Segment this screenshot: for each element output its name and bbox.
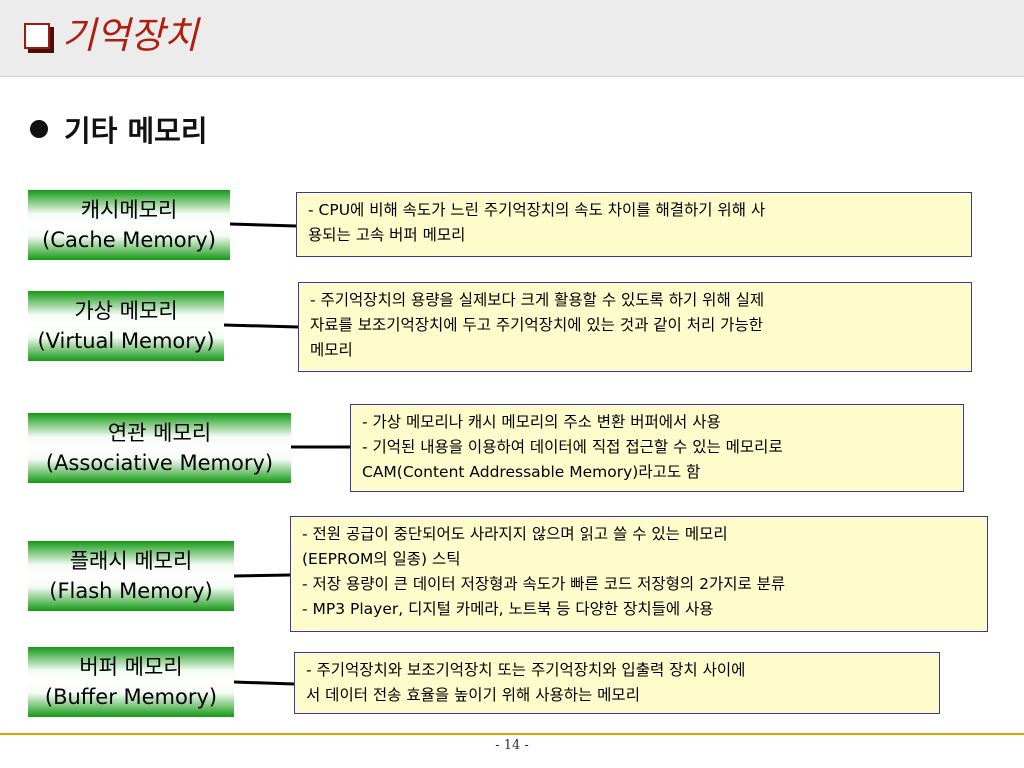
label-name: 연관 메모리: [107, 421, 212, 445]
label-virtual-memory: 가상 메모리 (Virtual Memory): [28, 291, 224, 361]
footer-divider: [0, 733, 1024, 735]
desc-line: - 전원 공급이 중단되어도 사라지지 않으며 읽고 쓸 수 있는 메모리: [302, 525, 728, 543]
desc-line: 용되는 고속 버퍼 메모리: [308, 226, 466, 244]
desc-associative-memory: - 가상 메모리나 캐시 메모리의 주소 변환 버퍼에서 사용 - 기억된 내용…: [350, 404, 964, 492]
label-flash-memory: 플래시 메모리 (Flash Memory): [28, 541, 234, 611]
desc-line: 자료를 보조기억장치에 두고 주기억장치에 있는 것과 같이 처리 가능한: [310, 316, 763, 334]
desc-flash-memory: - 전원 공급이 중단되어도 사라지지 않으며 읽고 쓸 수 있는 메모리 (E…: [290, 516, 988, 632]
page-number: - 14 -: [495, 738, 529, 753]
desc-line: (EEPROM의 일종) 스틱: [302, 550, 461, 568]
desc-line: - MP3 Player, 디지털 카메라, 노트북 등 다양한 장치들에 사용: [302, 600, 714, 618]
desc-line: 메모리: [310, 341, 353, 359]
connector-line-flash: [233, 573, 291, 578]
connector-line-virtual: [223, 323, 299, 329]
desc-line: - 가상 메모리나 캐시 메모리의 주소 변환 버퍼에서 사용: [362, 413, 721, 431]
connector-line-cache: [229, 222, 297, 228]
label-english: (Cache Memory): [42, 228, 216, 252]
desc-line: - CPU에 비해 속도가 느린 주기억장치의 속도 차이를 해결하기 위해 사: [308, 201, 766, 219]
label-english: (Flash Memory): [49, 579, 213, 603]
label-name: 플래시 메모리: [69, 549, 193, 573]
desc-line: CAM(Content Addressable Memory)라고도 함: [362, 463, 701, 481]
label-cache-memory: 캐시메모리 (Cache Memory): [28, 190, 230, 260]
label-english: (Associative Memory): [45, 451, 274, 475]
label-english: (Virtual Memory): [37, 329, 215, 353]
desc-line: - 주기억장치와 보조기억장치 또는 주기억장치와 입출력 장치 사이에: [306, 661, 746, 679]
desc-line: - 저장 용량이 큰 데이터 저장형과 속도가 빠른 코드 저장형의 2가지로 …: [302, 575, 786, 593]
desc-buffer-memory: - 주기억장치와 보조기억장치 또는 주기억장치와 입출력 장치 사이에 서 데…: [294, 652, 940, 714]
label-english: (Buffer Memory): [44, 685, 218, 709]
label-name: 버퍼 메모리: [79, 655, 183, 679]
desc-line: 서 데이터 전송 효율을 높이기 위해 사용하는 메모리: [306, 686, 640, 704]
desc-virtual-memory: - 주기억장치의 용량을 실제보다 크게 활용할 수 있도록 하기 위해 실제 …: [298, 282, 972, 372]
label-buffer-memory: 버퍼 메모리 (Buffer Memory): [28, 647, 234, 717]
desc-line: - 기억된 내용을 이용하여 데이터에 직접 접근할 수 있는 메모리로: [362, 438, 783, 456]
label-name: 가상 메모리: [74, 299, 178, 323]
label-associative-memory: 연관 메모리 (Associative Memory): [28, 413, 291, 483]
desc-cache-memory: - CPU에 비해 속도가 느린 주기억장치의 속도 차이를 해결하기 위해 사…: [296, 192, 972, 257]
connector-line-buffer: [233, 680, 295, 686]
label-name: 캐시메모리: [80, 198, 178, 222]
desc-line: - 주기억장치의 용량을 실제보다 크게 활용할 수 있도록 하기 위해 실제: [310, 291, 765, 309]
